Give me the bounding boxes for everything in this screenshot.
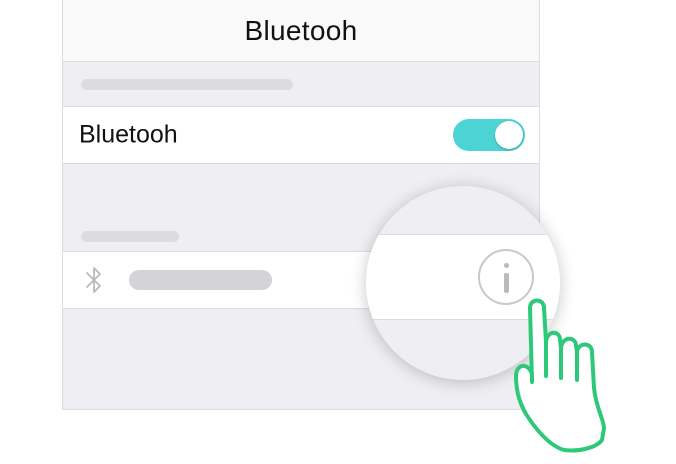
navigation-bar: Bluetooh xyxy=(63,0,539,62)
devices-section-header-placeholder xyxy=(81,231,179,242)
section-header-placeholder xyxy=(81,79,293,90)
device-name-placeholder xyxy=(129,270,272,290)
bluetooth-row-label: Bluetooh xyxy=(79,120,178,149)
bluetooth-toggle[interactable] xyxy=(453,119,525,151)
pointing-hand-icon xyxy=(514,298,606,453)
bluetooth-icon xyxy=(86,267,101,293)
info-dot xyxy=(504,263,509,268)
page-title: Bluetooh xyxy=(244,14,358,46)
screenshot-stage: Bluetooh Bluetooh xyxy=(0,0,676,464)
toggle-knob xyxy=(495,121,523,149)
bluetooth-setting-row: Bluetooh xyxy=(63,106,539,164)
